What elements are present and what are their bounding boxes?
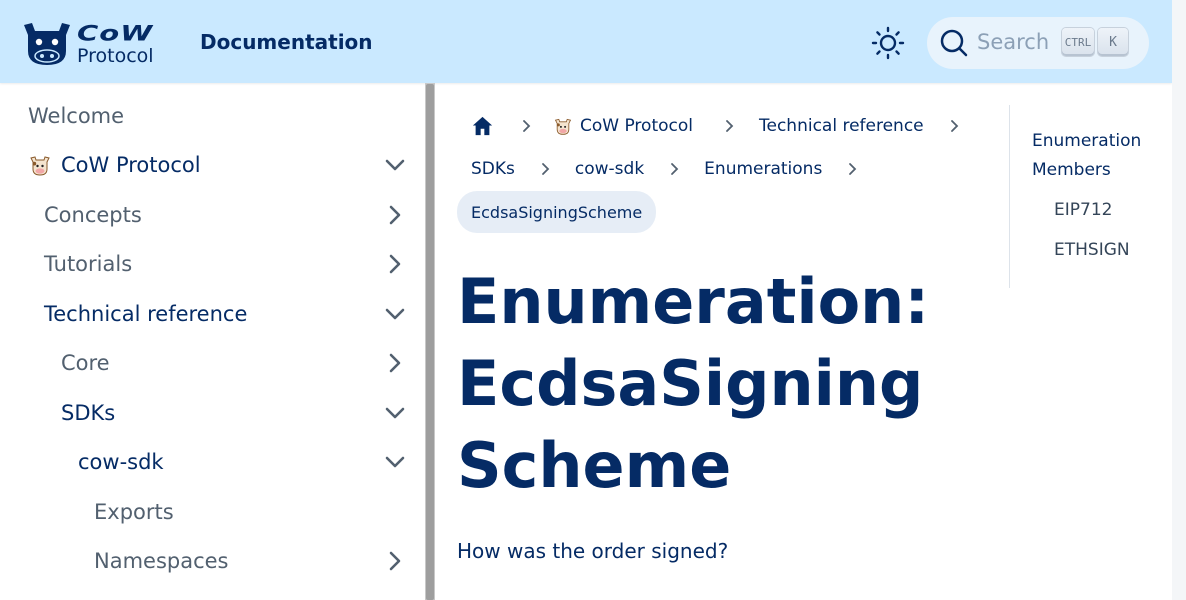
page-description: How was the order signed? xyxy=(457,539,729,563)
sidebar-item-tutorials[interactable]: Tutorials xyxy=(0,240,425,288)
sidebar-item-technical-reference[interactable]: Technical reference xyxy=(0,290,425,338)
breadcrumb-item[interactable]: Technical reference xyxy=(759,116,924,136)
ctrl-key-hint: CTRL xyxy=(1062,28,1094,56)
chevron-down-icon[interactable] xyxy=(383,401,407,425)
sidebar-item-label: Namespaces xyxy=(94,549,229,573)
sidebar-item-sdks[interactable]: SDKs xyxy=(0,389,425,437)
sidebar-item-label: Concepts xyxy=(44,203,142,227)
search-button[interactable]: Search CTRL K xyxy=(927,17,1149,69)
breadcrumb-current: EcdsaSigningScheme xyxy=(457,191,657,233)
top-navbar: CoW Protocol Documentation Search CTRL K xyxy=(0,0,1172,83)
chevron-right-icon[interactable] xyxy=(383,351,407,375)
breadcrumb-home[interactable] xyxy=(471,115,494,137)
sidebar-item-label: Tutorials xyxy=(44,252,133,276)
breadcrumb-label: Technical reference xyxy=(759,116,924,136)
sun-icon xyxy=(871,26,905,60)
breadcrumb-separator-icon xyxy=(726,120,734,132)
cow-emoji-icon xyxy=(30,156,50,176)
breadcrumb-item[interactable]: cow-sdk xyxy=(575,159,644,179)
sidebar-item-label: Exports xyxy=(94,500,174,524)
sidebar-item-label: Core xyxy=(61,351,110,375)
chevron-right-icon[interactable] xyxy=(383,203,407,227)
page-scrollbar-track[interactable] xyxy=(1172,0,1186,600)
sidebar-item-concepts[interactable]: Concepts xyxy=(0,191,425,239)
home-logo-link[interactable]: CoW Protocol xyxy=(22,21,172,67)
docs-sidebar: Welcome CoW Protocol Concepts Tutorials … xyxy=(0,83,425,600)
sidebar-scrollbar-thumb[interactable] xyxy=(426,84,434,600)
breadcrumb-label: SDKs xyxy=(471,159,515,179)
docs-title-link[interactable]: Documentation xyxy=(200,30,373,54)
sidebar-item-exports[interactable]: Exports xyxy=(0,488,425,536)
breadcrumb-separator-icon xyxy=(950,120,958,132)
toc-item-eip712[interactable]: EIP712 xyxy=(1054,196,1112,225)
breadcrumb-item[interactable]: SDKs xyxy=(471,159,515,179)
breadcrumb-label: Enumerations xyxy=(704,159,823,179)
chevron-down-icon[interactable] xyxy=(383,450,407,474)
chevron-down-icon[interactable] xyxy=(383,153,407,177)
logo-wordmark: CoW xyxy=(77,20,154,45)
breadcrumb-item[interactable]: CoW Protocol xyxy=(553,116,693,136)
sidebar-item-namespaces[interactable]: Namespaces xyxy=(0,537,425,585)
chevron-right-icon[interactable] xyxy=(383,252,407,276)
sidebar-item-label: Welcome xyxy=(28,104,125,128)
table-of-contents: Enumeration Members EIP712 ETHSIGN xyxy=(1009,105,1172,288)
breadcrumb-label: CoW Protocol xyxy=(580,116,693,136)
sidebar-item-cow-sdk[interactable]: cow-sdk xyxy=(0,438,425,486)
toc-item-ethsign[interactable]: ETHSIGN xyxy=(1054,236,1130,265)
search-placeholder: Search xyxy=(977,30,1050,54)
sidebar-item-label: SDKs xyxy=(61,401,116,425)
breadcrumb-separator-icon xyxy=(541,163,550,175)
chevron-right-icon[interactable] xyxy=(383,549,407,573)
breadcrumb-item[interactable]: Enumerations xyxy=(704,159,822,179)
breadcrumb-separator-icon xyxy=(849,163,857,175)
theme-toggle-button[interactable] xyxy=(870,25,906,61)
main-content: CoW Protocol Technical reference SDKs co… xyxy=(436,83,1010,600)
logo-subtitle: Protocol xyxy=(77,44,154,67)
cow-logo-icon xyxy=(24,23,70,65)
breadcrumb-label: cow-sdk xyxy=(574,159,645,179)
cow-emoji-icon xyxy=(554,118,572,135)
chevron-down-icon[interactable] xyxy=(383,302,407,326)
sidebar-item-label: Technical reference xyxy=(44,302,248,326)
breadcrumb-separator-icon xyxy=(523,120,531,132)
k-key-hint: K xyxy=(1098,28,1128,56)
home-icon xyxy=(472,116,493,136)
sidebar-item-cow-protocol[interactable]: CoW Protocol xyxy=(0,141,425,189)
breadcrumb-separator-icon xyxy=(671,163,679,175)
search-icon xyxy=(940,29,968,57)
sidebar-item-core[interactable]: Core xyxy=(0,339,425,387)
page-title: Enumeration: EcdsaSigningScheme xyxy=(457,265,930,502)
toc-item-enumeration-members[interactable]: Enumeration Members xyxy=(1032,127,1162,185)
sidebar-item-label: cow-sdk xyxy=(78,450,164,474)
sidebar-item-label: CoW Protocol xyxy=(61,153,201,177)
sidebar-item-welcome[interactable]: Welcome xyxy=(0,92,425,140)
